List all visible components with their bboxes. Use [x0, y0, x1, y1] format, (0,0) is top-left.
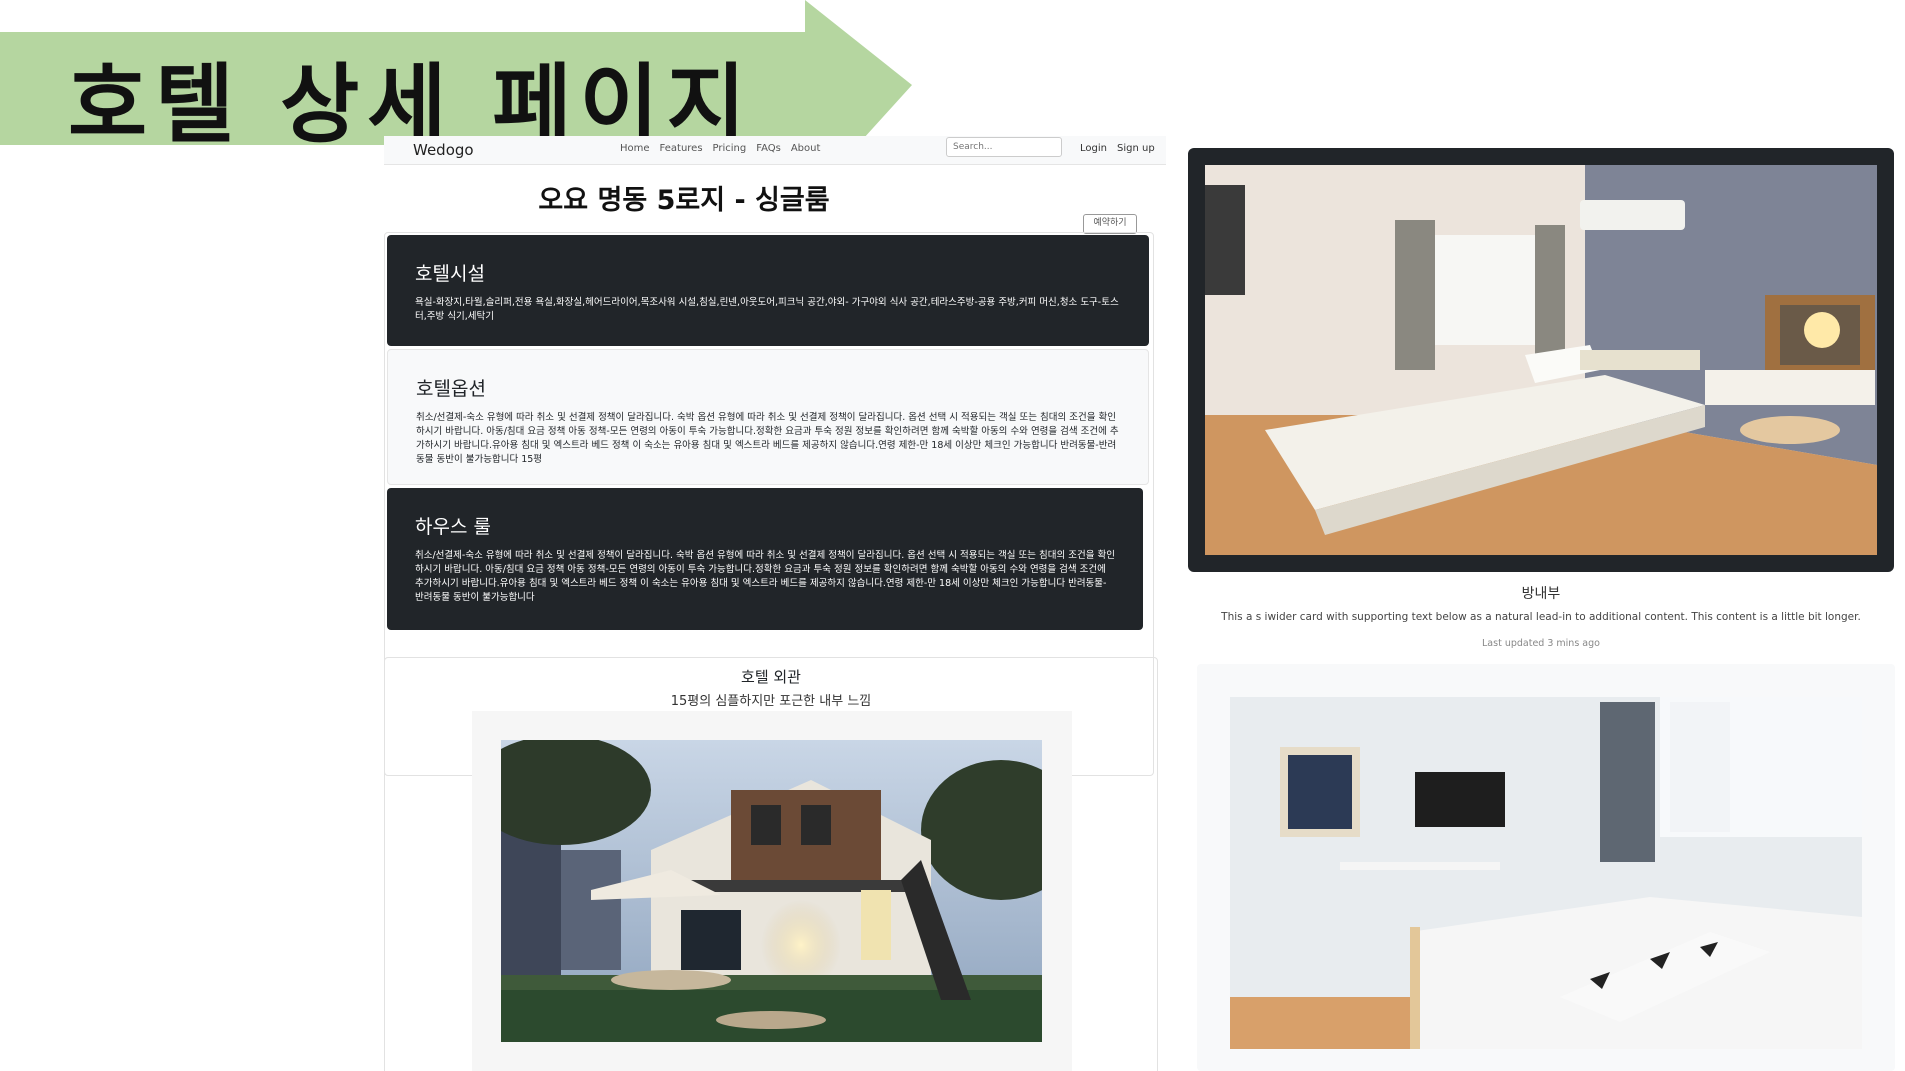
- facilities-card: 호텔시설 욕실-화장지,타월,슬리퍼,전용 욕실,화장실,헤어드라이어,목조사워…: [387, 235, 1149, 346]
- card-text: 취소/선결제-숙소 유형에 따라 취소 및 선결제 정책이 달라집니다. 숙박 …: [416, 412, 1119, 465]
- room-card-updated: Last updated 3 mins ago: [1482, 638, 1600, 649]
- card-title: 호텔시설: [415, 263, 485, 285]
- room-card-title: 방내부: [1521, 586, 1561, 602]
- hotel-exterior-image: [501, 740, 1042, 1042]
- nav-pricing[interactable]: Pricing: [713, 143, 747, 154]
- nav-about[interactable]: About: [791, 143, 821, 154]
- exterior-title: 호텔 외관: [741, 668, 801, 686]
- room-interior-image-2: [1230, 697, 1862, 1049]
- login-link[interactable]: Login: [1080, 143, 1107, 154]
- navbar: Wedogo Home Features Pricing FAQs About …: [384, 136, 1166, 165]
- card-text: 취소/선결제-숙소 유형에 따라 취소 및 선결제 정책이 달라집니다. 숙박 …: [415, 550, 1115, 603]
- options-card: 호텔옵션 취소/선결제-숙소 유형에 따라 취소 및 선결제 정책이 달라집니다…: [387, 349, 1149, 485]
- card-title: 호텔옵션: [416, 378, 486, 400]
- reserve-button[interactable]: 예약하기: [1083, 214, 1137, 234]
- search-input[interactable]: [946, 137, 1062, 157]
- exterior-subtitle: 15평의 심플하지만 포근한 내부 느낌: [670, 694, 872, 709]
- nav-home[interactable]: Home: [620, 143, 650, 154]
- auth-links: Login Sign up: [1080, 143, 1155, 154]
- room-interior-image: [1205, 165, 1877, 555]
- nav-links: Home Features Pricing FAQs About: [620, 143, 820, 154]
- brand-logo[interactable]: Wedogo: [413, 141, 474, 159]
- hotel-name: 오요 명동 5로지 - 싱글룸: [538, 185, 830, 216]
- nav-faqs[interactable]: FAQs: [756, 143, 781, 154]
- hotel-detail-page: Wedogo Home Features Pricing FAQs About …: [384, 136, 1166, 1071]
- card-text: 욕실-화장지,타월,슬리퍼,전용 욕실,화장실,헤어드라이어,목조사워 시설,침…: [415, 297, 1119, 322]
- nav-features[interactable]: Features: [660, 143, 703, 154]
- card-title: 하우스 룰: [415, 516, 491, 538]
- signup-link[interactable]: Sign up: [1117, 143, 1155, 154]
- room-card-text: This a s iwider card with supporting tex…: [1221, 611, 1861, 623]
- house-rules-card: 하우스 룰 취소/선결제-숙소 유형에 따라 취소 및 선결제 정책이 달라집니…: [387, 488, 1143, 630]
